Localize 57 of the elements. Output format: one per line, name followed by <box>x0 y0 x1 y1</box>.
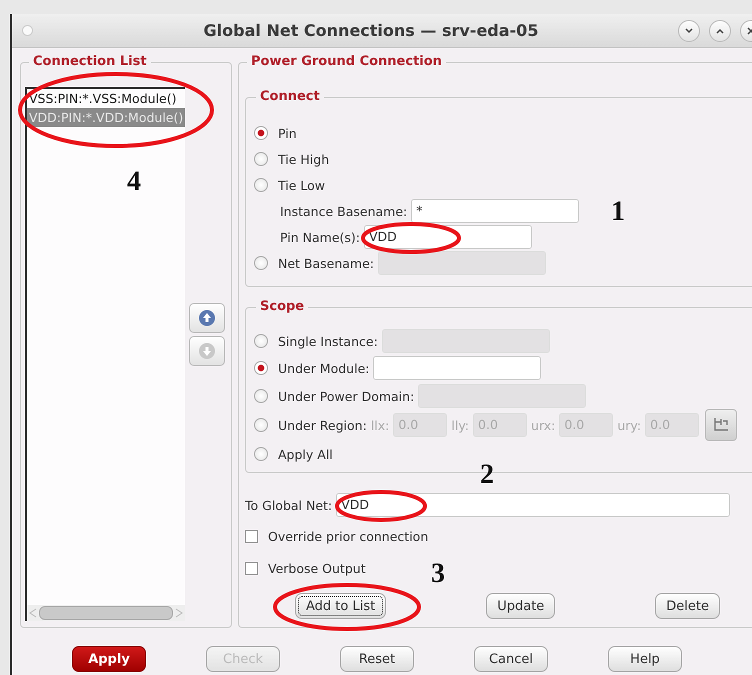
window-title: Global Net Connections — srv-eda-05 <box>202 21 540 40</box>
dialog-button[interactable]: Cancel <box>474 646 548 672</box>
action-button[interactable]: Update <box>486 593 556 619</box>
window-menu-icon[interactable] <box>22 25 33 36</box>
input-field[interactable]: VDD <box>336 493 730 518</box>
move-down-button[interactable] <box>189 336 226 366</box>
action-button[interactable]: Add to List <box>295 593 386 619</box>
checkbox-label: Verbose Output <box>268 561 366 576</box>
horizontal-scrollbar[interactable] <box>27 605 186 621</box>
chevron-down-icon <box>684 26 694 36</box>
action-button[interactable]: Delete <box>655 593 720 619</box>
radio-button[interactable] <box>254 389 268 403</box>
maximize-button[interactable] <box>709 20 731 42</box>
list-item[interactable]: VSS:PIN:*.VSS:Module() <box>27 89 186 108</box>
radio-button[interactable] <box>254 418 268 432</box>
option-label: Under Region: <box>278 418 367 432</box>
option-label: Under Module: <box>278 360 370 376</box>
radio-button[interactable] <box>254 334 268 348</box>
group-title: Scope <box>256 299 308 314</box>
option-label: Tie High <box>278 152 330 166</box>
annotation-number: 3 <box>431 558 445 589</box>
annotation-number: 2 <box>480 459 494 490</box>
option-label: Tie Low <box>278 178 326 192</box>
option-label: Single Instance: <box>278 334 378 348</box>
option-label: Net Basename: <box>278 256 374 270</box>
input-field[interactable] <box>373 356 542 380</box>
field-label: To Global Net: <box>245 498 332 513</box>
radio-button[interactable] <box>254 126 268 140</box>
move-up-button[interactable] <box>189 302 226 332</box>
field-label: Pin Name(s): <box>280 230 360 244</box>
field-label: Instance Basename: <box>280 204 408 218</box>
option-label: Pin <box>278 126 297 140</box>
dialog-button[interactable]: Reset <box>340 646 414 672</box>
coordinate-label: ury: <box>617 418 642 432</box>
coordinate-label: urx: <box>531 418 556 432</box>
radio-button[interactable] <box>254 178 268 192</box>
scrollbar-thumb[interactable] <box>39 606 174 620</box>
dialog-button[interactable]: Help <box>608 646 682 672</box>
annotation-number: 4 <box>127 166 141 197</box>
checkbox-label: Override prior connection <box>268 528 428 544</box>
option-label: Apply All <box>278 446 333 462</box>
minimize-button[interactable] <box>678 20 700 42</box>
checkbox[interactable] <box>245 530 258 543</box>
scroll-left-icon <box>29 608 37 618</box>
radio-button[interactable] <box>254 447 268 461</box>
checkbox[interactable] <box>245 562 258 576</box>
region-select-button[interactable] <box>705 409 738 441</box>
coordinate-label: llx: <box>370 418 390 432</box>
input-field[interactable]: * <box>411 199 580 223</box>
annotation-number: 1 <box>611 196 625 227</box>
option-label: Under Power Domain: <box>278 388 414 404</box>
radio-button[interactable] <box>254 152 268 166</box>
radio-button[interactable] <box>254 361 268 375</box>
dialog-button[interactable]: Apply <box>72 646 146 672</box>
scroll-right-icon <box>175 608 184 618</box>
coordinate-label: lly: <box>451 418 470 432</box>
radio-button[interactable] <box>254 256 268 270</box>
